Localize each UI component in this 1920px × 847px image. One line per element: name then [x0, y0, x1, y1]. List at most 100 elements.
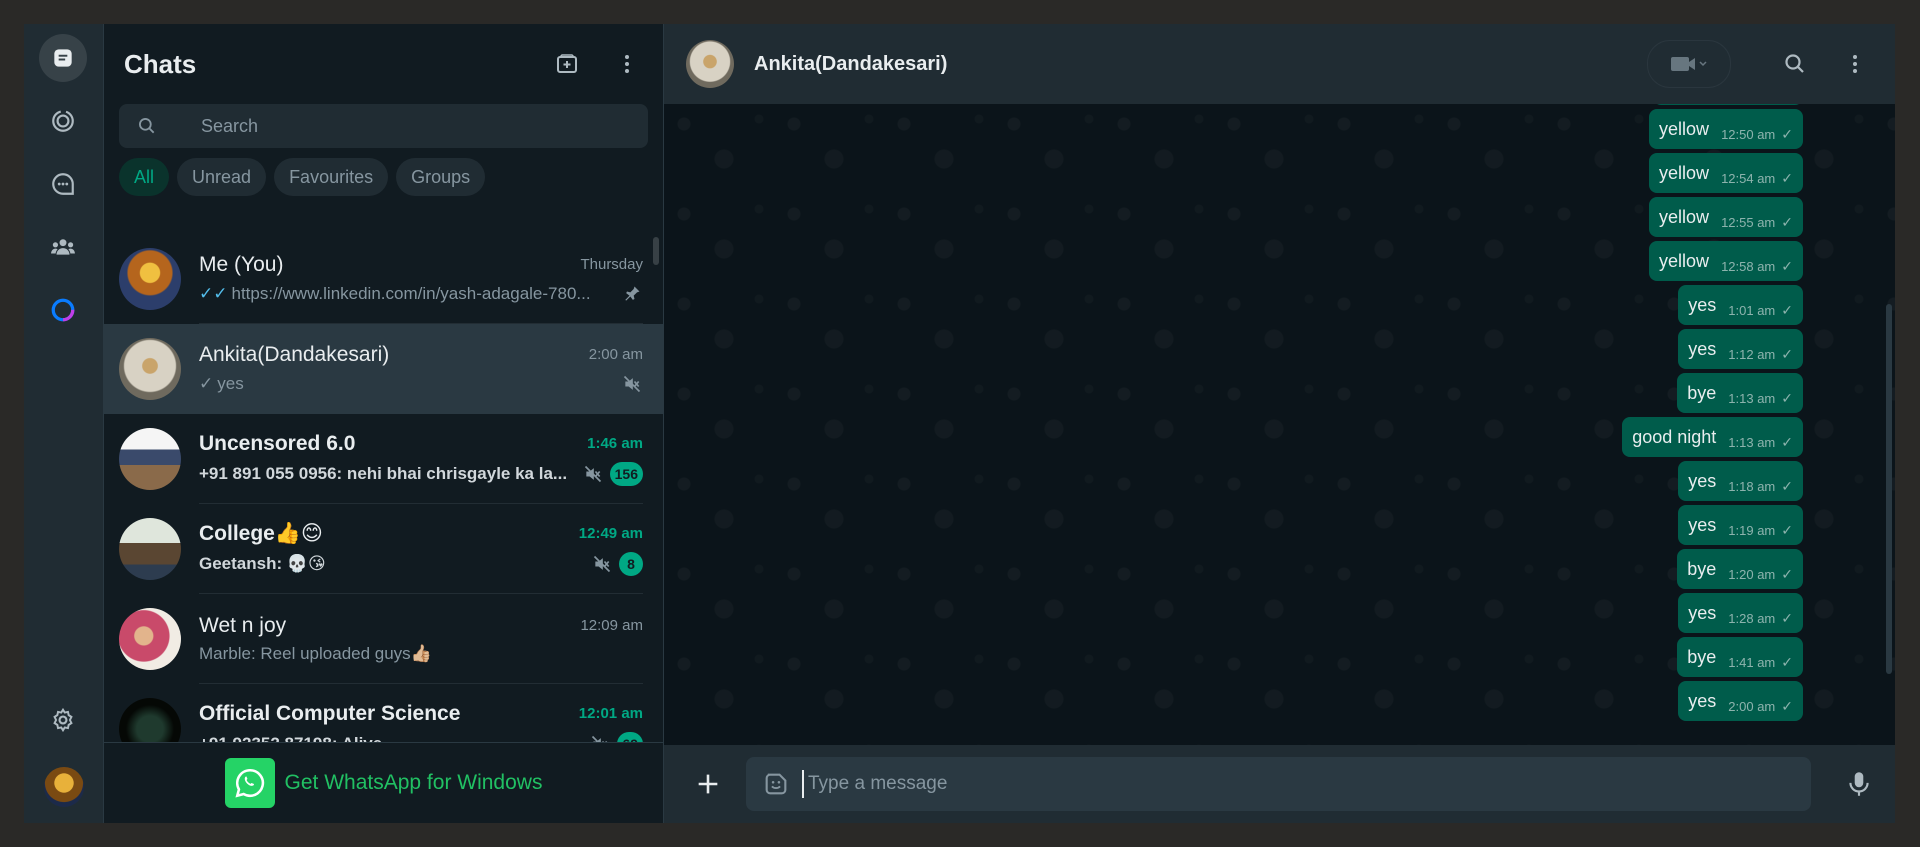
attach-button[interactable]	[688, 764, 728, 804]
message-meta: 12:55 am ✓	[1721, 214, 1793, 231]
video-call-button[interactable]	[1647, 40, 1731, 88]
chat-name: Ankita(Dandakesari)	[199, 342, 390, 366]
message-bubble[interactable]: yes 1:01 am ✓	[1678, 285, 1803, 325]
filter-favourites[interactable]: Favourites	[274, 158, 389, 196]
sent-tick-icon: ✓	[1781, 609, 1793, 626]
message-bubble[interactable]: yes 2:00 am ✓	[1678, 681, 1803, 721]
chat-item[interactable]: College👍😊 12:49 am Geetansh: 💀😘 8	[104, 504, 663, 594]
message-text: yellow	[1659, 206, 1710, 227]
meta-ai-icon	[51, 298, 75, 322]
new-chat-button[interactable]	[547, 44, 587, 84]
unread-badge: 8	[619, 552, 643, 576]
conversation-menu-button[interactable]	[1835, 44, 1875, 84]
chat-list-header: Chats	[104, 24, 663, 104]
chat-name: Wet n joy	[199, 613, 287, 637]
message-bubble[interactable]: yes 1:12 am ✓	[1678, 329, 1803, 369]
voice-message-button[interactable]	[1839, 764, 1879, 804]
search-bar	[119, 104, 648, 148]
list-menu-button[interactable]	[607, 44, 647, 84]
unread-badge: 156	[609, 461, 643, 486]
message-time: 12:54 am	[1721, 170, 1776, 186]
message-bubble[interactable]: yes 1:19 am ✓	[1678, 505, 1803, 545]
filter-unread[interactable]: Unread	[177, 158, 267, 196]
message-time: 12:58 am	[1721, 258, 1776, 274]
message-bubble[interactable]: yes 1:18 am ✓	[1678, 461, 1803, 501]
conversation-panel: Ankita(Dandakesari) yellow 12:50 am ✓ yello…	[664, 24, 1895, 823]
meta-ai-nav-button[interactable]	[39, 286, 87, 334]
message-time: 1:28 am	[1728, 610, 1776, 626]
chat-preview-text: https://www.linkedin.com/in/yash-adagale…	[231, 283, 591, 303]
muted-icon	[582, 463, 604, 485]
search-input[interactable]	[199, 114, 630, 138]
message-scrollbar[interactable]	[1886, 304, 1892, 674]
message-meta: 1:20 am ✓	[1728, 566, 1793, 583]
message-bubble[interactable]: yellow 12:50 am ✓	[1649, 109, 1803, 149]
filter-all[interactable]: All	[119, 158, 170, 196]
profile-avatar[interactable]	[44, 767, 84, 807]
communities-nav-button[interactable]	[39, 223, 87, 271]
message-bubble[interactable]: bye 1:13 am ✓	[1677, 373, 1803, 413]
message-bubble[interactable]: yes 1:28 am ✓	[1678, 593, 1803, 633]
message-time: 1:41 am	[1728, 654, 1776, 670]
nav-rail	[24, 24, 104, 823]
chat-time: Thursday	[580, 256, 643, 273]
message-bubble[interactable]: yellow 12:55 am ✓	[1649, 197, 1803, 237]
message-meta: 1:28 am ✓	[1728, 610, 1793, 627]
sent-tick-icon: ✓	[1781, 653, 1793, 670]
double-tick-icon: ✓✓	[199, 283, 228, 303]
message-text: yellow	[1659, 162, 1710, 183]
chats-icon	[54, 49, 72, 67]
message-bubble-partial	[1653, 104, 1803, 105]
avatar	[119, 428, 181, 490]
single-tick-icon: ✓	[199, 373, 214, 393]
chat-list-scrollbar[interactable]	[653, 237, 659, 265]
chat-preview: ✓ yes	[199, 374, 615, 394]
message-bubble[interactable]: yellow 12:54 am ✓	[1649, 153, 1803, 193]
message-bubble[interactable]: good night 1:13 am ✓	[1622, 417, 1803, 457]
search-icon	[139, 118, 155, 134]
avatar	[119, 698, 181, 743]
search-icon	[1785, 54, 1804, 73]
message-text: yes	[1688, 294, 1717, 315]
chat-item[interactable]: Official Computer Science 12:01 am +91 92…	[104, 684, 663, 743]
contact-name[interactable]: Ankita(Dandakesari)	[754, 53, 1647, 76]
sticker-icon[interactable]	[762, 770, 790, 798]
conversation-header: Ankita(Dandakesari)	[664, 24, 1895, 104]
sent-tick-icon: ✓	[1781, 213, 1793, 230]
chat-item[interactable]: Wet n joy 12:09 am Marble: Reel uploaded …	[104, 594, 663, 684]
message-bubble[interactable]: bye 1:20 am ✓	[1677, 549, 1803, 589]
message-bubble[interactable]: yellow 12:58 am ✓	[1649, 241, 1803, 281]
search-chat-button[interactable]	[1775, 44, 1815, 84]
message-bubble[interactable]: bye 1:41 am ✓	[1677, 637, 1803, 677]
chat-item-selected[interactable]: Ankita(Dandakesari) 2:00 am ✓ yes	[104, 324, 663, 414]
message-text: yellow	[1659, 118, 1710, 139]
get-whatsapp-banner[interactable]: Get WhatsApp for Windows	[104, 742, 663, 823]
muted-icon	[591, 553, 613, 575]
plus-icon	[698, 774, 718, 794]
message-text: yes	[1688, 690, 1717, 711]
channels-nav-button[interactable]	[39, 160, 87, 208]
chat-time: 12:01 am	[578, 705, 643, 722]
message-text: bye	[1687, 646, 1717, 667]
chat-name: College👍😊	[199, 522, 323, 545]
settings-nav-button[interactable]	[39, 696, 87, 744]
status-nav-button[interactable]	[39, 97, 87, 145]
message-composer	[664, 745, 1895, 823]
settings-icon	[53, 707, 73, 733]
message-text: yes	[1688, 470, 1717, 491]
avatar	[119, 518, 181, 580]
message-list: yellow 12:50 am ✓ yellow 12:54 am ✓ yellow 12:5…	[1622, 104, 1803, 721]
chat-item[interactable]: Me (You) Thursday ✓✓ https://www.linkedin.…	[104, 234, 663, 324]
chat-time: 12:49 am	[578, 525, 643, 542]
communities-icon	[51, 239, 75, 255]
chat-time: 1:46 am	[587, 435, 643, 452]
contact-avatar[interactable]	[686, 40, 734, 88]
chats-nav-button[interactable]	[39, 34, 87, 82]
filter-chips: All Unread Favourites Groups	[104, 148, 663, 206]
message-text: yes	[1688, 602, 1717, 623]
promo-link[interactable]: Get WhatsApp for Windows	[285, 771, 543, 795]
filter-groups[interactable]: Groups	[396, 158, 486, 196]
message-input[interactable]	[802, 770, 1795, 798]
chat-item[interactable]: Uncensored 6.0 1:46 am +91 891 055 0956: …	[104, 414, 663, 504]
message-time: 2:00 am	[1728, 698, 1776, 714]
